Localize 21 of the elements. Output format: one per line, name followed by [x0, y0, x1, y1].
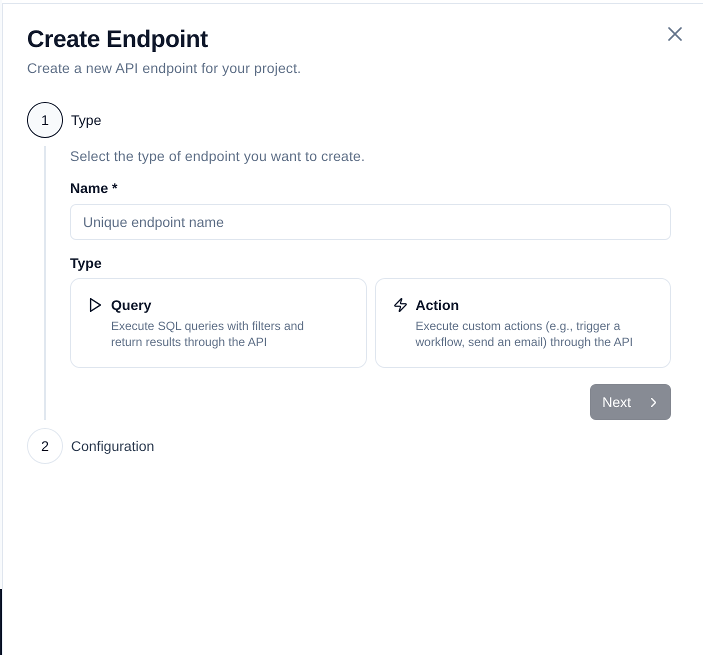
option-description: Execute custom actions (e.g., trigger a workflow, send an email) through the API: [416, 318, 634, 350]
dialog-subtitle: Create a new API endpoint for your project.: [27, 59, 302, 78]
step-label[interactable]: Configuration: [71, 436, 154, 456]
close-button[interactable]: [668, 27, 682, 41]
play-icon: [89, 298, 102, 312]
option-description: Execute SQL queries with filters and return results through the API: [111, 318, 305, 350]
option-title: Action: [416, 296, 460, 315]
type-option-card[interactable]: Action Execute custom actions (e.g., trigger a workflow, send an email) through the API: [374, 278, 671, 368]
step-description: Select the type of endpoint you want to create.: [70, 147, 366, 166]
step-number: 1: [27, 102, 63, 138]
dialog-title: Create Endpoint: [27, 25, 209, 55]
input-field[interactable]: Unique endpoint name: [70, 204, 671, 240]
lightning-icon: [394, 298, 406, 312]
option-title: Query: [111, 296, 152, 315]
type-option-card[interactable]: Query Execute SQL queries with filters and return results through the API: [70, 278, 366, 368]
field-label: Name *: [70, 179, 118, 198]
close-icon: [668, 27, 682, 41]
step-label[interactable]: Type: [71, 110, 102, 130]
chevron-right-icon: [651, 398, 656, 406]
step-number: 2: [27, 428, 63, 464]
field-label: Type: [70, 254, 103, 273]
